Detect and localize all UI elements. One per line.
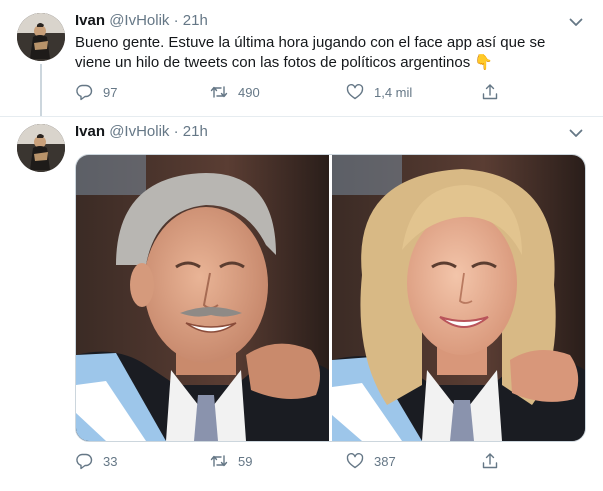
separator: · xyxy=(173,123,179,140)
reply-button[interactable]: 33 xyxy=(75,451,117,471)
timestamp[interactable]: 21h xyxy=(183,123,208,140)
like-icon xyxy=(346,84,364,100)
action-bar: 33 59 387 xyxy=(75,451,515,471)
photo-faceapp-woman[interactable] xyxy=(332,155,585,441)
reply-count: 97 xyxy=(103,84,118,100)
separator: · xyxy=(173,12,179,29)
share-icon xyxy=(482,84,498,100)
like-count: 1,4 mil xyxy=(374,84,413,100)
thread-line xyxy=(40,64,42,116)
like-button[interactable]: 1,4 mil xyxy=(346,82,412,102)
avatar[interactable] xyxy=(17,13,65,61)
reply-icon xyxy=(76,84,93,101)
retweet-count: 59 xyxy=(238,453,253,469)
tweet-header: Ivan @IvHolik · 21h xyxy=(75,11,208,31)
pointing-down-emoji: 👇 xyxy=(474,54,494,71)
chevron-down-icon[interactable] xyxy=(567,13,585,31)
retweet-icon xyxy=(210,86,228,98)
tweet-2[interactable]: Ivan @IvHolik · 21h 33 59 387 xyxy=(0,116,603,491)
retweet-button[interactable]: 59 xyxy=(210,451,252,471)
timestamp[interactable]: 21h xyxy=(183,12,208,29)
reply-count: 33 xyxy=(103,453,118,469)
avatar[interactable] xyxy=(17,124,65,172)
retweet-icon xyxy=(210,455,228,467)
tweet-1[interactable]: Ivan @IvHolik · 21h Bueno gente. Estuve … xyxy=(0,0,603,116)
share-button[interactable] xyxy=(481,82,499,102)
retweet-count: 490 xyxy=(238,84,260,100)
handle[interactable]: @IvHolik xyxy=(109,12,169,29)
display-name[interactable]: Ivan xyxy=(75,123,105,140)
like-button[interactable]: 387 xyxy=(346,451,396,471)
retweet-button[interactable]: 490 xyxy=(210,82,260,102)
media-grid xyxy=(75,154,586,442)
action-bar: 97 490 1,4 mil xyxy=(75,82,515,102)
share-icon xyxy=(482,453,498,469)
share-button[interactable] xyxy=(481,451,499,471)
like-icon xyxy=(346,453,364,469)
tweet-header: Ivan @IvHolik · 21h xyxy=(75,122,208,142)
display-name[interactable]: Ivan xyxy=(75,12,105,29)
handle[interactable]: @IvHolik xyxy=(109,123,169,140)
tweet-text: Bueno gente. Estuve la última hora jugan… xyxy=(75,33,580,73)
chevron-down-icon[interactable] xyxy=(567,124,585,142)
reply-button[interactable]: 97 xyxy=(75,82,117,102)
reply-icon xyxy=(76,453,93,470)
like-count: 387 xyxy=(374,453,396,469)
photo-original-man[interactable] xyxy=(76,155,329,441)
